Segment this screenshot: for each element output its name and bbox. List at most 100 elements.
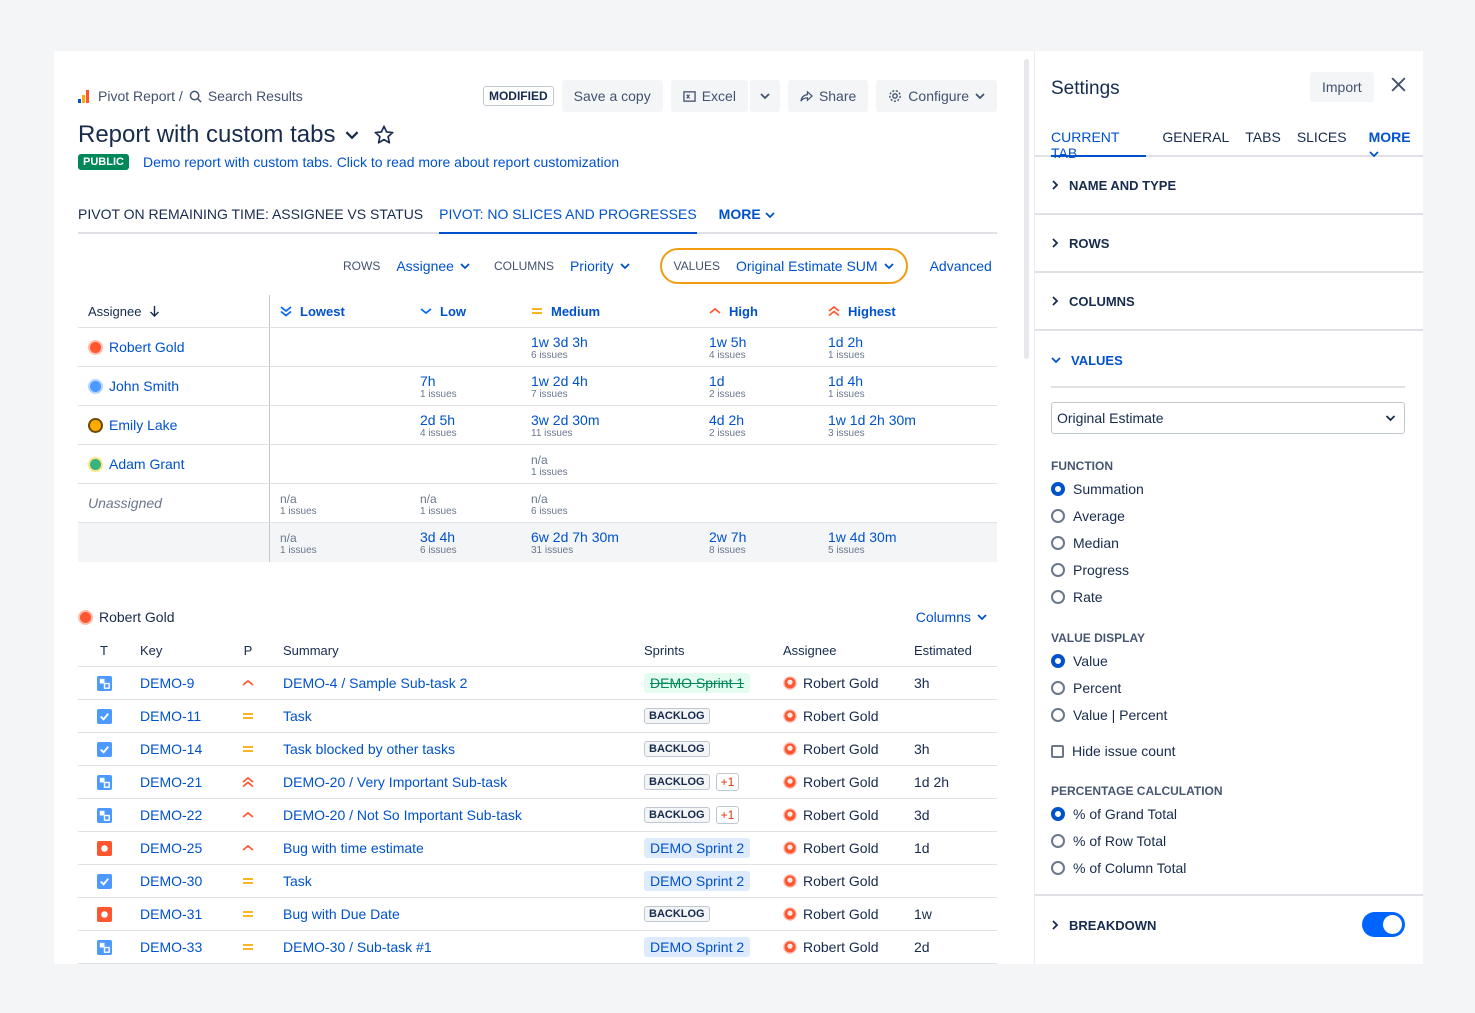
pivot-cell[interactable]: 6w 2d 7h 30m 31 issues [521, 523, 699, 562]
pivot-cell-value[interactable]: 1w 2d 4h [531, 373, 699, 389]
issue-summary-link[interactable]: Task blocked by other tasks [266, 741, 644, 757]
configure-button[interactable]: Configure [876, 80, 997, 112]
pivot-row-assignee-name[interactable]: Robert Gold [109, 339, 184, 355]
settings-tab-tabs[interactable]: TABS [1245, 129, 1281, 155]
issue-key-link[interactable]: DEMO-21 [130, 774, 230, 790]
title-dropdown-chevron-icon[interactable] [345, 128, 359, 142]
settings-tab-current[interactable]: CURRENT TAB [1051, 129, 1147, 161]
col-key[interactable]: Key [130, 643, 230, 658]
pivot-row-assignee-name[interactable]: Adam Grant [109, 456, 184, 472]
pivot-cell-value[interactable]: 1d [709, 373, 818, 389]
sprint-badge[interactable]: BACKLOG [644, 774, 710, 790]
pivot-cell[interactable]: 3d 4h 6 issues [410, 523, 521, 562]
pivot-cell-value[interactable]: 7h [420, 373, 521, 389]
value-display-radio[interactable]: Percent [1051, 680, 1121, 696]
breadcrumb-parent[interactable]: Pivot Report / [98, 88, 183, 104]
pivot-header-assignee[interactable]: Assignee [78, 295, 270, 327]
section-columns[interactable]: COLUMNS [1035, 273, 1423, 331]
table-row[interactable]: DEMO-11 Task BACKLOG Robert Gold [78, 700, 997, 733]
pivot-cell-value[interactable]: 2w 7h [709, 529, 818, 545]
more-sprints-badge[interactable]: +1 [715, 806, 740, 824]
col-type[interactable]: T [78, 643, 130, 658]
value-field-select[interactable]: Original Estimate [1051, 402, 1405, 434]
pivot-cell[interactable]: 1w 2d 4h 7 issues [521, 367, 699, 405]
pivot-cell[interactable]: 1w 3d 3h 6 issues [521, 328, 699, 366]
breakdown-toggle[interactable] [1362, 912, 1405, 937]
col-estimated[interactable]: Estimated [906, 643, 986, 658]
issue-summary-link[interactable]: Bug with Due Date [266, 906, 644, 922]
excel-dropdown-button[interactable] [749, 80, 780, 112]
table-row[interactable]: DEMO-30 Task DEMO Sprint 2 Robert Gold [78, 865, 997, 898]
pivot-cell[interactable]: 1d 2 issues [699, 367, 818, 405]
issue-summary-link[interactable]: Task [266, 873, 644, 889]
pivot-cell-value[interactable]: 1d 4h [828, 373, 997, 389]
col-summary[interactable]: Summary [266, 643, 644, 658]
table-row[interactable]: DEMO-9 DEMO-4 / Sample Sub-task 2 DEMO Spr… [78, 667, 997, 700]
pivot-cell[interactable]: 2d 5h 4 issues [410, 406, 521, 444]
excel-button[interactable]: Excel [670, 80, 748, 112]
pivot-row-assignee-name[interactable]: John Smith [109, 378, 179, 394]
pivot-cell-value[interactable]: 3d 4h [420, 529, 521, 545]
issue-key-link[interactable]: DEMO-30 [130, 873, 230, 889]
function-radio[interactable]: Summation [1051, 481, 1144, 497]
sprint-badge[interactable]: DEMO Sprint 2 [644, 871, 751, 891]
value-display-radio[interactable]: Value | Percent [1051, 707, 1167, 723]
issue-summary-link[interactable]: DEMO-20 / Not So Important Sub-task [266, 807, 644, 823]
values-select[interactable]: Original Estimate SUM [736, 258, 894, 274]
pivot-cell-value[interactable]: 1w 4d 30m [828, 529, 997, 545]
rows-select[interactable]: Assignee [396, 258, 470, 274]
save-copy-button[interactable]: Save a copy [561, 80, 663, 112]
tab-no-slices[interactable]: PIVOT: NO SLICES AND PROGRESSES [439, 206, 697, 234]
pivot-cell[interactable]: n/a 1 issues [270, 484, 410, 522]
settings-tab-more[interactable]: MORE [1369, 129, 1423, 158]
function-radio[interactable]: Rate [1051, 589, 1103, 605]
advanced-link[interactable]: Advanced [930, 258, 992, 274]
table-row[interactable]: DEMO-21 DEMO-20 / Very Important Sub-task… [78, 766, 997, 799]
table-row[interactable]: DEMO-31 Bug with Due Date BACKLOG Robert Go… [78, 898, 997, 931]
pivot-cell-value[interactable]: 6w 2d 7h 30m [531, 529, 699, 545]
settings-tab-slices[interactable]: SLICES [1297, 129, 1347, 155]
pivot-cell-value[interactable]: 1w 3d 3h [531, 334, 699, 350]
report-description-link[interactable]: Demo report with custom tabs. Click to r… [143, 154, 619, 170]
main-scrollbar[interactable] [1024, 59, 1029, 359]
issue-key-link[interactable]: DEMO-14 [130, 741, 230, 757]
pivot-cell[interactable]: 1w 5h 4 issues [699, 328, 818, 366]
pivot-cell[interactable]: 4d 2h 2 issues [699, 406, 818, 444]
issue-key-link[interactable]: DEMO-9 [130, 675, 230, 691]
pivot-cell[interactable]: n/a 1 issues [410, 484, 521, 522]
issue-key-link[interactable]: DEMO-11 [130, 708, 230, 724]
pivot-cell[interactable]: 1w 4d 30m 5 issues [818, 523, 997, 562]
pivot-cell-value[interactable]: 3w 2d 30m [531, 412, 699, 428]
table-row[interactable]: DEMO-22 DEMO-20 / Not So Important Sub-ta… [78, 799, 997, 832]
issue-key-link[interactable]: DEMO-33 [130, 939, 230, 955]
pivot-cell[interactable]: 3w 2d 30m 11 issues [521, 406, 699, 444]
col-priority[interactable]: P [230, 643, 266, 658]
issue-summary-link[interactable]: DEMO-20 / Very Important Sub-task [266, 774, 644, 790]
pivot-cell[interactable]: 7h 1 issues [410, 367, 521, 405]
pivot-cell[interactable]: n/a 6 issues [521, 484, 699, 522]
more-sprints-badge[interactable]: +1 [715, 773, 740, 791]
pivot-cell[interactable]: 1d 2h 1 issues [818, 328, 997, 366]
issue-summary-link[interactable]: DEMO-4 / Sample Sub-task 2 [266, 675, 644, 691]
function-radio[interactable]: Average [1051, 508, 1125, 524]
columns-select[interactable]: Priority [570, 258, 630, 274]
issue-summary-link[interactable]: Bug with time estimate [266, 840, 644, 856]
pivot-cell[interactable]: n/a 1 issues [270, 523, 410, 562]
sprint-badge[interactable]: BACKLOG [644, 906, 710, 922]
col-assignee[interactable]: Assignee [783, 643, 906, 658]
pivot-cell[interactable]: 1d 4h 1 issues [818, 367, 997, 405]
issue-key-link[interactable]: DEMO-31 [130, 906, 230, 922]
pivot-cell-value[interactable]: 1w 1d 2h 30m [828, 412, 997, 428]
table-row[interactable]: DEMO-33 DEMO-30 / Sub-task #1 DEMO Sprint … [78, 931, 997, 964]
percentage-radio[interactable]: % of Column Total [1051, 860, 1186, 876]
table-row[interactable]: DEMO-14 Task blocked by other tasks BACKLO… [78, 733, 997, 766]
issue-key-link[interactable]: DEMO-22 [130, 807, 230, 823]
breadcrumb-current[interactable]: Search Results [208, 88, 303, 104]
pivot-cell-value[interactable]: 1d 2h [828, 334, 997, 350]
sprint-badge[interactable]: BACKLOG [644, 708, 710, 724]
tab-remaining-time[interactable]: PIVOT ON REMAINING TIME: ASSIGNEE VS STA… [78, 206, 423, 232]
col-sprints[interactable]: Sprints [644, 643, 783, 658]
table-row[interactable]: DEMO-25 Bug with time estimate DEMO Sprint… [78, 832, 997, 865]
tab-more[interactable]: MORE [719, 206, 775, 232]
sprint-badge[interactable]: BACKLOG [644, 741, 710, 757]
